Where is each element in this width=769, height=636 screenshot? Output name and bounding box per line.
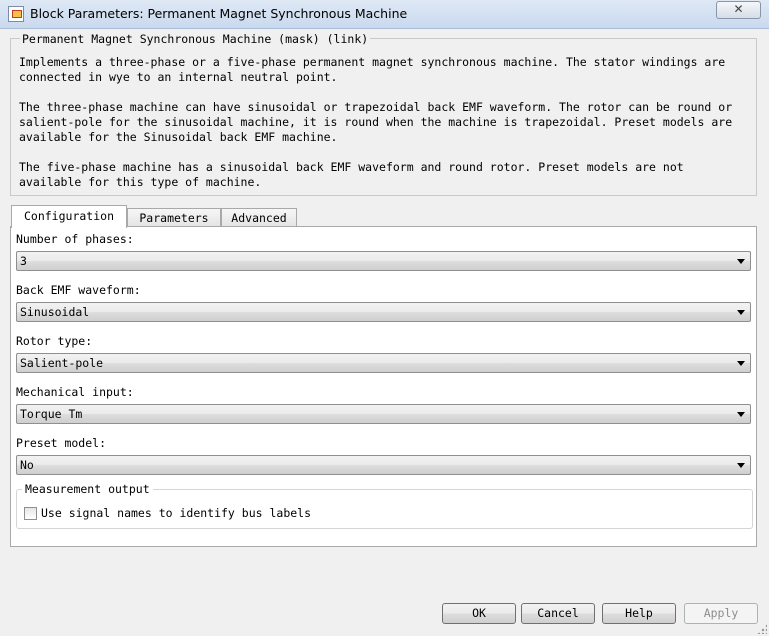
mechanical-input-label: Mechanical input:	[16, 385, 134, 399]
chevron-down-icon	[737, 412, 745, 417]
back-emf-waveform-select[interactable]: Sinusoidal	[16, 302, 751, 322]
resize-grip-icon[interactable]	[757, 624, 767, 634]
preset-model-value: No	[20, 458, 34, 472]
chevron-down-icon	[737, 361, 745, 366]
use-signal-names-label[interactable]: Use signal names to identify bus labels	[41, 506, 311, 520]
rotor-type-value: Salient-pole	[20, 356, 104, 370]
simulink-block-icon	[8, 6, 24, 22]
mechanical-input-select[interactable]: Torque Tm	[16, 404, 751, 424]
back-emf-waveform-label: Back EMF waveform:	[16, 283, 141, 297]
mask-title: Permanent Magnet Synchronous Machine (ma…	[20, 32, 371, 46]
description-paragraph-3: The five-phase machine has a sinusoidal …	[19, 160, 684, 189]
mechanical-input-value: Torque Tm	[20, 407, 83, 421]
chevron-down-icon	[737, 310, 745, 315]
ok-button[interactable]: OK	[442, 603, 516, 624]
cancel-button[interactable]: Cancel	[521, 603, 595, 624]
back-emf-waveform-value: Sinusoidal	[20, 305, 90, 319]
help-button[interactable]: Help	[602, 603, 676, 624]
rotor-type-label: Rotor type:	[16, 334, 93, 348]
rotor-type-select[interactable]: Salient-pole	[16, 353, 751, 373]
title-bar: Block Parameters: Permanent Magnet Synch…	[0, 0, 769, 29]
description-paragraph-1: Implements a three-phase or a five-phase…	[19, 55, 726, 84]
preset-model-select[interactable]: No	[16, 455, 751, 475]
apply-button[interactable]: Apply	[684, 603, 758, 624]
tab-advanced[interactable]: Advanced	[221, 208, 297, 227]
chevron-down-icon	[737, 463, 745, 468]
tab-configuration[interactable]: Configuration	[11, 205, 127, 228]
description-paragraph-2: The three-phase machine can have sinusoi…	[19, 100, 733, 144]
measurement-output-title: Measurement output	[22, 482, 153, 496]
number-of-phases-select[interactable]: 3	[16, 251, 751, 271]
tab-parameters[interactable]: Parameters	[127, 208, 221, 227]
close-button[interactable]: ✕	[716, 1, 761, 19]
use-signal-names-checkbox[interactable]	[24, 507, 37, 520]
preset-model-label: Preset model:	[16, 436, 107, 450]
close-icon: ✕	[733, 2, 744, 16]
number-of-phases-label: Number of phases:	[16, 232, 134, 246]
window-title: Block Parameters: Permanent Magnet Synch…	[30, 6, 408, 21]
chevron-down-icon	[737, 259, 745, 264]
number-of-phases-value: 3	[20, 254, 27, 268]
